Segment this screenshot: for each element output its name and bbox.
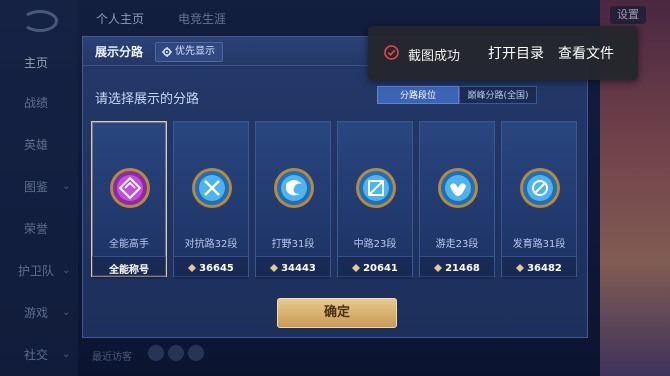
lane-card-roam[interactable]: 游走23段 21468 xyxy=(419,121,495,279)
card-footer: 21468 xyxy=(420,256,494,279)
view-file-link[interactable]: 查看文件 xyxy=(558,43,614,63)
open-directory-link[interactable]: 打开目录 xyxy=(488,43,544,63)
rank-diamond-icon xyxy=(352,264,361,272)
card-name: 中路23段 xyxy=(353,239,397,250)
lane-display-modal: 展示分路 优先显示 请选择展示的分路 分路段位 巅峰分路(全国) 全能高手 全能… xyxy=(82,36,588,338)
rank-diamond-icon xyxy=(516,264,525,272)
modal-subtitle: 请选择展示的分路 xyxy=(95,92,200,107)
lane-card-clash[interactable]: 对抗路32段 36645 xyxy=(173,121,249,279)
segment-lane-rank[interactable]: 分路段位 xyxy=(377,86,459,104)
mid-lane-emblem-icon xyxy=(356,168,396,208)
clash-lane-emblem-icon xyxy=(192,168,232,208)
gear-icon xyxy=(162,47,172,57)
card-value: 20641 xyxy=(363,262,398,274)
segment-peak-lane[interactable]: 巅峰分路(全国) xyxy=(459,86,537,104)
confirm-button[interactable]: 确定 xyxy=(277,298,397,328)
card-footer: 36645 xyxy=(174,256,248,279)
lane-card-all-round[interactable]: 全能高手 全能称号 xyxy=(91,121,167,279)
check-circle-icon xyxy=(384,45,399,60)
priority-label: 优先显示 xyxy=(175,46,215,57)
rank-diamond-icon xyxy=(434,264,443,272)
lane-card-jungle[interactable]: 打野31段 34443 xyxy=(255,121,331,279)
screenshot-toast: 截图成功 打开目录 查看文件 xyxy=(368,26,638,80)
priority-display-button[interactable]: 优先显示 xyxy=(155,42,223,62)
farm-lane-emblem-icon xyxy=(520,168,560,208)
card-name: 游走23段 xyxy=(435,239,479,250)
all-round-emblem-icon xyxy=(110,168,150,208)
roam-emblem-icon xyxy=(438,168,478,208)
card-footer: 34443 xyxy=(256,256,330,279)
toast-message: 截图成功 xyxy=(408,49,461,64)
card-footer: 20641 xyxy=(338,256,412,279)
lane-card-farm[interactable]: 发育路31段 36482 xyxy=(501,121,577,279)
card-name: 发育路31段 xyxy=(512,239,566,250)
modal-title: 展示分路 xyxy=(95,45,144,59)
card-value: 全能称号 xyxy=(109,264,149,276)
card-footer: 全能称号 xyxy=(92,256,166,279)
card-value: 21468 xyxy=(445,262,480,274)
card-name: 打野31段 xyxy=(271,239,315,250)
card-name: 对抗路32段 xyxy=(184,239,238,250)
card-footer: 36482 xyxy=(502,256,576,279)
card-value: 36645 xyxy=(199,262,234,274)
rank-diamond-icon xyxy=(188,264,197,272)
card-value: 34443 xyxy=(281,262,316,274)
rank-diamond-icon xyxy=(270,264,279,272)
card-name: 全能高手 xyxy=(109,239,149,250)
lane-card-mid[interactable]: 中路23段 20641 xyxy=(337,121,413,279)
card-value: 36482 xyxy=(527,262,562,274)
jungle-emblem-icon xyxy=(274,168,314,208)
